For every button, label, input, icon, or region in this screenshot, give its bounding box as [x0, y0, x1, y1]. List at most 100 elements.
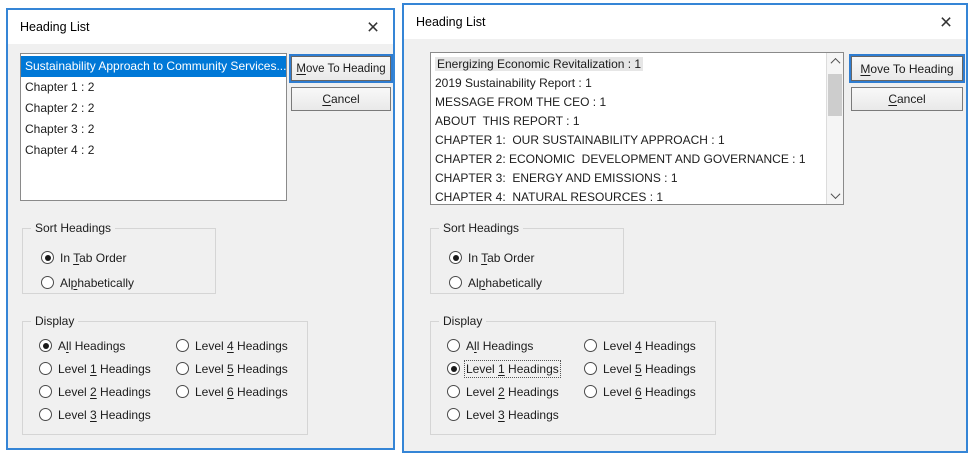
- radio-label: In Tab Order: [60, 250, 127, 265]
- list-item[interactable]: ABOUT THIS REPORT : 1: [431, 112, 826, 131]
- radio-level-5-headings[interactable]: Level 5 Headings: [176, 357, 307, 380]
- radio-button-icon: [447, 408, 460, 421]
- group-label: Sort Headings: [439, 221, 524, 235]
- close-button[interactable]: ×: [353, 10, 393, 44]
- list-item[interactable]: 2019 Sustainability Report : 1: [431, 74, 826, 93]
- list-item[interactable]: Chapter 4 : 2: [21, 140, 286, 161]
- radio-label: All Headings: [58, 338, 126, 353]
- display-group: Display All Headings Level 1 Headings Le…: [430, 314, 716, 435]
- list-item[interactable]: Chapter 2 : 2: [21, 98, 286, 119]
- button-label: Move To Heading: [296, 62, 386, 75]
- button-label: Cancel: [888, 92, 926, 106]
- radio-alphabetically[interactable]: Alphabetically: [41, 270, 215, 295]
- chevron-up-icon: [830, 57, 840, 68]
- radio-button-icon: [41, 276, 54, 289]
- list-item[interactable]: CHAPTER 1: OUR SUSTAINABILITY APPROACH :…: [431, 131, 826, 150]
- close-icon: ×: [939, 10, 953, 34]
- button-label: Cancel: [322, 92, 360, 106]
- radio-alphabetically[interactable]: Alphabetically: [449, 270, 623, 295]
- list-item[interactable]: CHAPTER 4: NATURAL RESOURCES : 1: [431, 188, 826, 204]
- radio-button-icon: [39, 408, 52, 421]
- radio-button-icon: [39, 385, 52, 398]
- titlebar: Heading List: [404, 5, 966, 39]
- scroll-down-button[interactable]: [827, 187, 843, 204]
- vertical-scrollbar[interactable]: [826, 53, 843, 204]
- close-button[interactable]: ×: [926, 5, 966, 39]
- list-item[interactable]: Sustainability Approach to Community Ser…: [21, 56, 286, 77]
- radio-button-icon: [176, 385, 189, 398]
- heading-listbox[interactable]: Sustainability Approach to Community Ser…: [20, 53, 287, 201]
- close-icon: ×: [366, 15, 380, 39]
- radio-label: Level 2 Headings: [58, 384, 151, 399]
- radio-button-icon: [39, 362, 52, 375]
- radio-label: Alphabetically: [468, 275, 543, 290]
- radio-level-2-headings[interactable]: Level 2 Headings: [447, 380, 584, 403]
- group-label: Sort Headings: [31, 221, 116, 235]
- radio-button-icon: [584, 339, 597, 352]
- heading-listbox[interactable]: Energizing Economic Revitalization : 1 2…: [430, 52, 844, 205]
- radio-button-icon: [449, 276, 462, 289]
- dialog-title: Heading List: [20, 20, 90, 34]
- radio-in-tab-order[interactable]: In Tab Order: [41, 245, 215, 270]
- titlebar: Heading List: [8, 10, 393, 44]
- radio-button-icon: [447, 339, 460, 352]
- radio-button-icon: [584, 362, 597, 375]
- radio-button-icon: [41, 251, 54, 264]
- radio-label: Level 4 Headings: [603, 338, 696, 353]
- sort-headings-group: Sort Headings In Tab Order Alphabeticall…: [22, 221, 216, 295]
- radio-level-1-headings[interactable]: Level 1 Headings: [447, 357, 584, 380]
- radio-button-icon: [176, 362, 189, 375]
- list-item[interactable]: MESSAGE FROM THE CEO : 1: [431, 93, 826, 112]
- radio-label: Level 6 Headings: [195, 384, 288, 399]
- radio-button-icon: [447, 362, 460, 375]
- radio-label: In Tab Order: [468, 250, 535, 265]
- radio-all-headings[interactable]: All Headings: [39, 334, 176, 357]
- radio-button-icon: [176, 339, 189, 352]
- heading-list-items: Sustainability Approach to Community Ser…: [21, 54, 286, 200]
- list-item[interactable]: CHAPTER 3: ENERGY AND EMISSIONS : 1: [431, 169, 826, 188]
- group-label: Display: [439, 314, 487, 328]
- radio-all-headings[interactable]: All Headings: [447, 334, 584, 357]
- heading-list-dialog-left: Heading List × Sustainability Approach t…: [6, 8, 395, 450]
- radio-label: All Headings: [466, 338, 534, 353]
- radio-label: Level 3 Headings: [58, 407, 151, 422]
- radio-level-2-headings[interactable]: Level 2 Headings: [39, 380, 176, 403]
- list-item[interactable]: Chapter 1 : 2: [21, 77, 286, 98]
- radio-button-icon: [584, 385, 597, 398]
- scrollbar-thumb[interactable]: [828, 74, 842, 116]
- radio-level-3-headings[interactable]: Level 3 Headings: [447, 403, 584, 426]
- radio-level-4-headings[interactable]: Level 4 Headings: [584, 334, 715, 357]
- move-to-heading-button[interactable]: Move To Heading: [849, 54, 965, 83]
- move-to-heading-button[interactable]: Move To Heading: [289, 54, 393, 83]
- heading-list-items: Energizing Economic Revitalization : 1 2…: [431, 53, 826, 204]
- cancel-button[interactable]: Cancel: [291, 87, 391, 111]
- scroll-up-button[interactable]: [827, 53, 843, 70]
- radio-label: Level 5 Headings: [603, 361, 696, 376]
- radio-button-icon: [447, 385, 460, 398]
- radio-label: Level 1 Headings: [58, 361, 151, 376]
- radio-level-4-headings[interactable]: Level 4 Headings: [176, 334, 307, 357]
- list-item[interactable]: CHAPTER 2: ECONOMIC DEVELOPMENT AND GOVE…: [431, 150, 826, 169]
- radio-label: Level 2 Headings: [466, 384, 559, 399]
- radio-label: Level 3 Headings: [466, 407, 559, 422]
- radio-level-6-headings[interactable]: Level 6 Headings: [584, 380, 715, 403]
- group-label: Display: [31, 314, 79, 328]
- radio-level-3-headings[interactable]: Level 3 Headings: [39, 403, 176, 426]
- cancel-button[interactable]: Cancel: [851, 87, 963, 111]
- radio-in-tab-order[interactable]: In Tab Order: [449, 245, 623, 270]
- list-item[interactable]: Chapter 3 : 2: [21, 119, 286, 140]
- radio-label: Level 1 Headings: [464, 359, 561, 378]
- heading-list-dialog-right: Heading List × Energizing Economic Revit…: [402, 3, 968, 453]
- list-item[interactable]: Energizing Economic Revitalization : 1: [431, 55, 826, 74]
- radio-label: Alphabetically: [60, 275, 135, 290]
- radio-button-icon: [39, 339, 52, 352]
- display-group: Display All Headings Level 1 Headings Le…: [22, 314, 308, 435]
- radio-level-5-headings[interactable]: Level 5 Headings: [584, 357, 715, 380]
- radio-level-6-headings[interactable]: Level 6 Headings: [176, 380, 307, 403]
- sort-headings-group: Sort Headings In Tab Order Alphabeticall…: [430, 221, 624, 295]
- radio-level-1-headings[interactable]: Level 1 Headings: [39, 357, 176, 380]
- dialog-title: Heading List: [416, 15, 486, 29]
- radio-button-icon: [449, 251, 462, 264]
- button-label: Move To Heading: [860, 61, 954, 76]
- radio-label: Level 5 Headings: [195, 361, 288, 376]
